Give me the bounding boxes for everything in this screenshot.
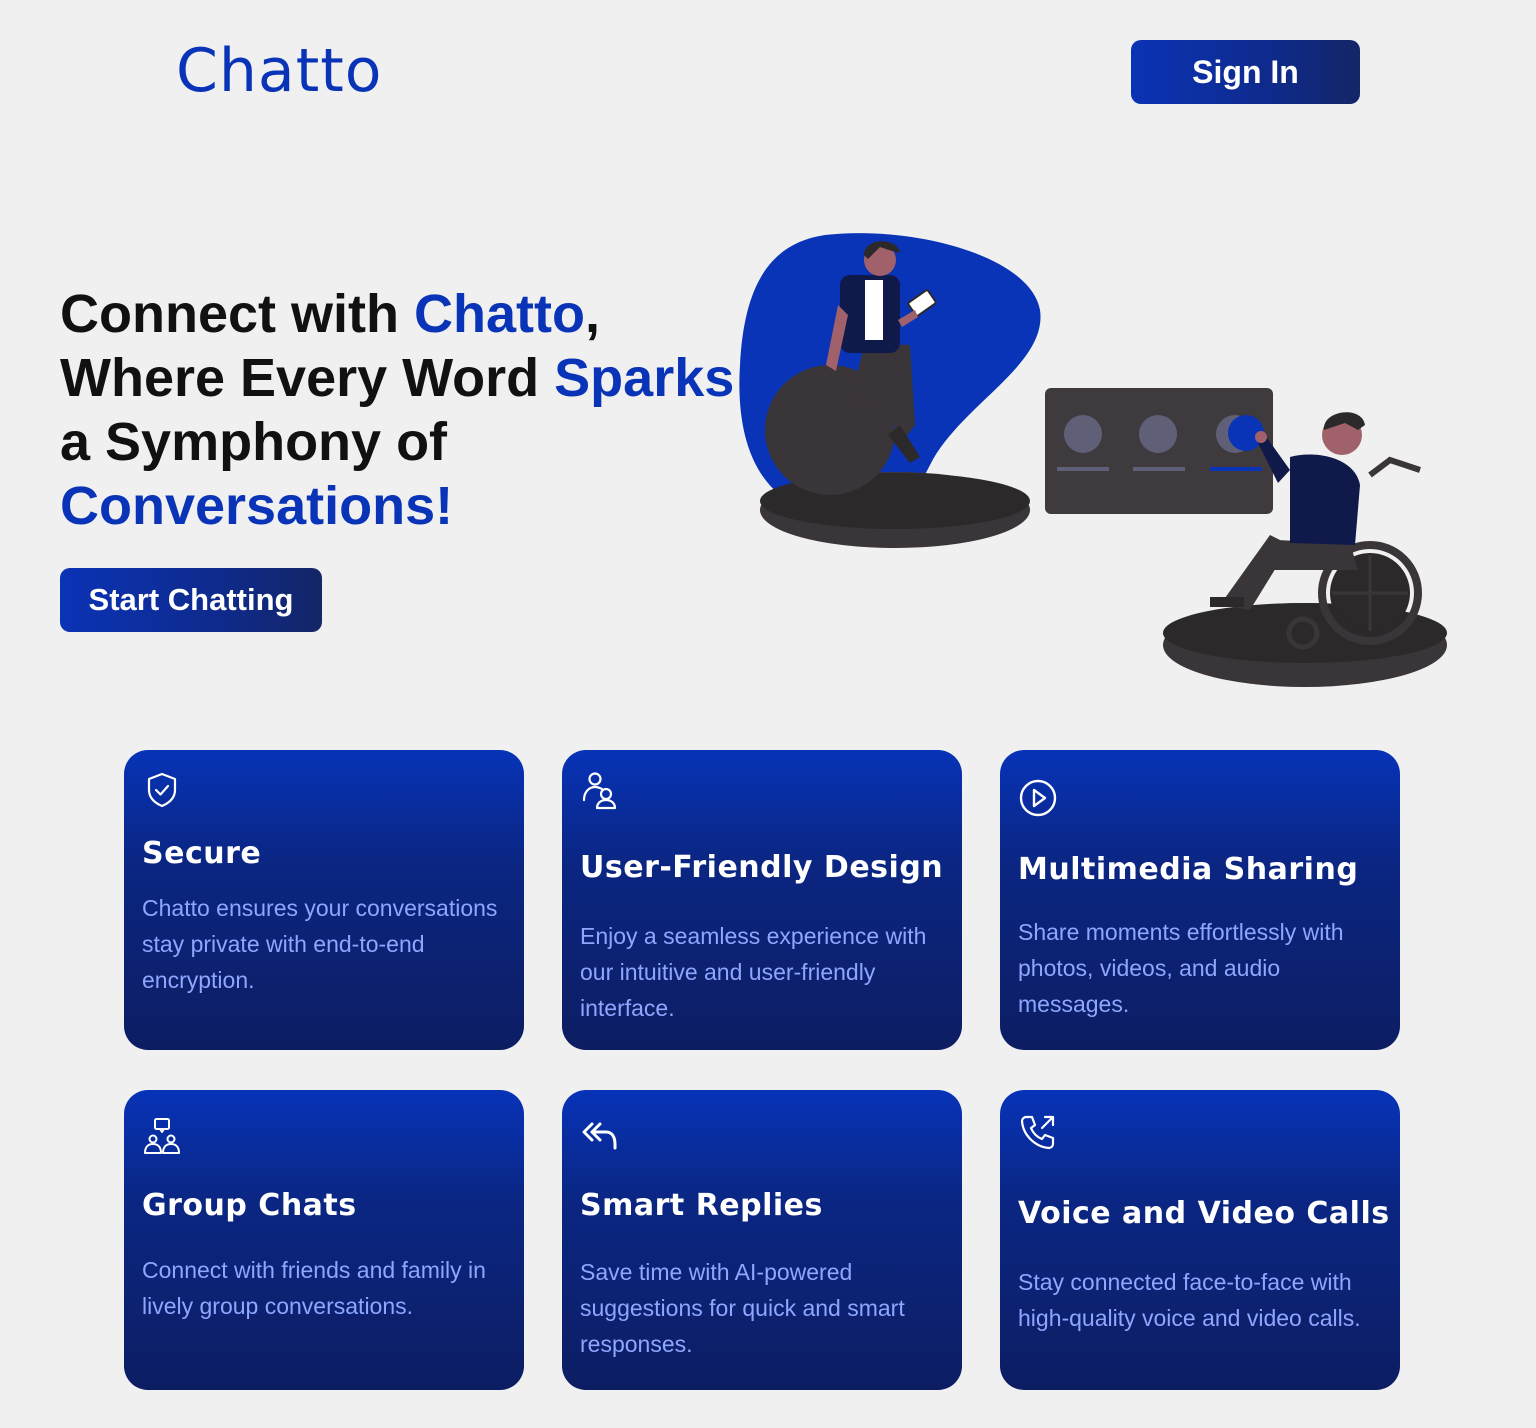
logo[interactable]: Chatto: [176, 36, 382, 106]
hero-text: Where Every Word: [60, 348, 555, 408]
feature-title: Smart Replies: [580, 1188, 823, 1223]
hero-illustration: [739, 233, 1447, 687]
feature-title: Group Chats: [142, 1188, 357, 1223]
hero-text: a Symphony of: [60, 412, 448, 472]
feature-description: Save time with AI-powered suggestions fo…: [580, 1259, 905, 1357]
feature-card-smart-replies: Smart Replies Save time with AI-powered …: [562, 1090, 962, 1390]
reply-all-icon: [580, 1116, 620, 1156]
feature-title: Voice and Video Calls: [1018, 1196, 1390, 1231]
hero-accent-text: Chatto: [413, 284, 585, 344]
feature-card-multimedia: Multimedia Sharing Share moments effortl…: [1000, 750, 1400, 1050]
feature-description: Enjoy a seamless experience with our int…: [580, 923, 927, 1021]
group-chat-icon: [142, 1116, 182, 1156]
feature-card-secure: Secure Chatto ensures your conversations…: [124, 750, 524, 1050]
feature-card-voice-video: Voice and Video Calls Stay connected fac…: [1000, 1090, 1400, 1390]
feature-card-user-friendly: User-Friendly Design Enjoy a seamless ex…: [562, 750, 962, 1050]
phone-outgoing-icon: [1018, 1112, 1058, 1152]
feature-title: User-Friendly Design: [580, 850, 944, 885]
hero-text: ,: [584, 284, 600, 344]
feature-description: Chatto ensures your conversations stay p…: [142, 895, 498, 993]
sign-in-button[interactable]: Sign In: [1131, 40, 1360, 104]
feature-title: Secure: [142, 836, 262, 871]
hero-accent-text: Sparks: [554, 348, 735, 408]
feature-title: Multimedia Sharing: [1018, 852, 1359, 887]
shield-check-icon: [142, 770, 182, 810]
hero-headline: Connect with Chatto, Where Every Word Sp…: [60, 282, 740, 538]
landing-page: Chatto Sign In Connect with Chatto, Wher…: [0, 0, 1536, 1428]
user-friendly-icon: [580, 770, 620, 810]
feature-description: Share moments effortlessly with photos, …: [1018, 919, 1344, 1017]
start-chatting-button[interactable]: Start Chatting: [60, 568, 322, 632]
feature-card-group-chats: Group Chats Connect with friends and fam…: [124, 1090, 524, 1390]
feature-description: Stay connected face-to-face with high-qu…: [1018, 1269, 1361, 1331]
hero-text: Connect with: [60, 284, 414, 344]
hero-accent-text: Conversations!: [60, 476, 454, 536]
feature-description: Connect with friends and family in livel…: [142, 1257, 486, 1319]
play-circle-icon: [1018, 778, 1058, 818]
